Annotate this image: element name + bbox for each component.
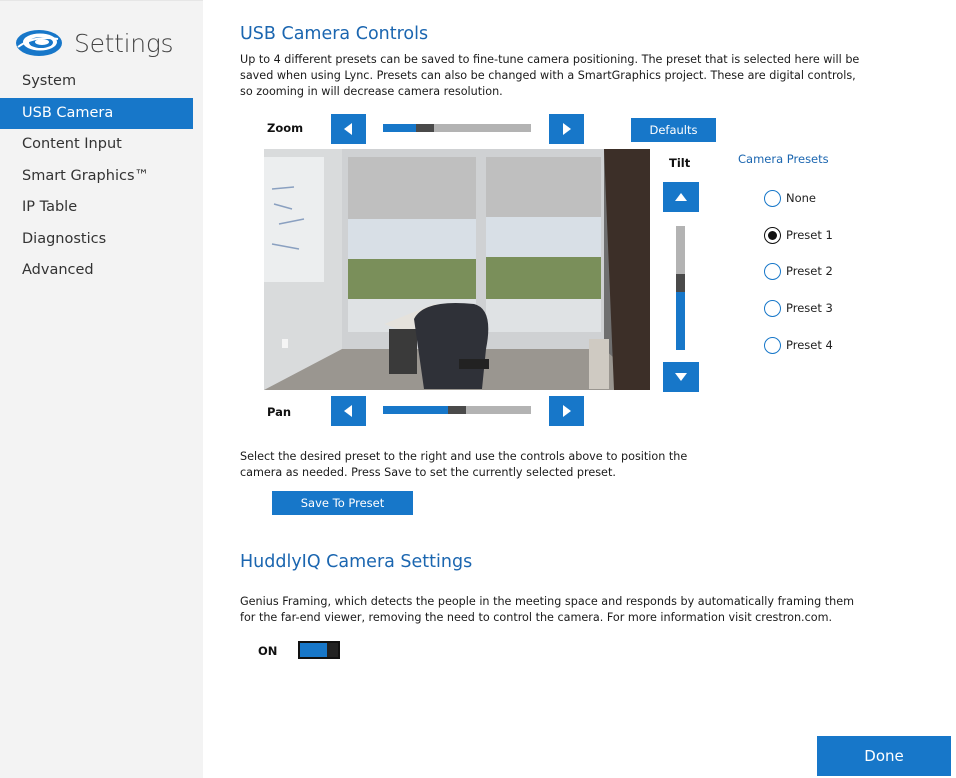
usb-camera-title: USB Camera Controls: [240, 24, 429, 44]
zoom-slider[interactable]: [383, 124, 531, 132]
camera-presets-title: Camera Presets: [738, 152, 829, 166]
tilt-slider-thumb[interactable]: [676, 274, 685, 292]
pan-label: Pan: [267, 405, 292, 419]
tilt-slider[interactable]: [676, 226, 685, 350]
preset-label: None: [786, 191, 817, 205]
arrow-left-icon: [344, 123, 352, 135]
zoom-slider-thumb[interactable]: [416, 124, 434, 132]
camera-preview: [264, 149, 650, 390]
genius-framing-toggle-label: ON: [258, 644, 278, 658]
sidebar-item-diagnostics[interactable]: Diagnostics: [0, 224, 193, 255]
tilt-down-button[interactable]: [663, 362, 699, 392]
brand: Settings: [14, 27, 174, 59]
arrow-down-icon: [675, 373, 687, 381]
preset-option[interactable]: Preset 1: [764, 226, 833, 244]
arrow-right-icon: [563, 405, 571, 417]
zoom-slider-fill: [383, 124, 416, 132]
preset-label: Preset 3: [786, 301, 833, 315]
preset-label: Preset 2: [786, 264, 833, 278]
preset-option[interactable]: Preset 3: [764, 299, 833, 317]
pan-right-button[interactable]: [549, 396, 584, 426]
toggle-knob: [327, 643, 338, 657]
radio-selected-dot: [768, 230, 777, 240]
arrow-up-icon: [675, 193, 687, 201]
swirl-logo-icon: [16, 30, 62, 56]
arrow-left-icon: [344, 405, 352, 417]
huddly-description: Genius Framing, which detects the people…: [240, 595, 854, 624]
pan-left-button[interactable]: [331, 396, 366, 426]
sidebar-item-smart-graphics[interactable]: Smart Graphics™: [0, 161, 193, 192]
pan-slider-thumb[interactable]: [448, 406, 466, 414]
sidebar-item-content-input[interactable]: Content Input: [0, 129, 193, 160]
tilt-up-button[interactable]: [663, 182, 699, 212]
done-button[interactable]: Done: [817, 736, 951, 776]
preset-option[interactable]: Preset 2: [764, 262, 833, 280]
zoom-out-button[interactable]: [331, 114, 366, 144]
preset-label: Preset 4: [786, 338, 833, 352]
preset-option[interactable]: Preset 4: [764, 336, 833, 354]
pan-slider[interactable]: [383, 406, 531, 414]
save-to-preset-button[interactable]: Save To Preset: [272, 491, 413, 515]
arrow-right-icon: [563, 123, 571, 135]
preset-radio[interactable]: [764, 189, 781, 207]
sidebar-item-usb-camera[interactable]: USB Camera: [0, 98, 193, 129]
tilt-slider-fill: [676, 292, 685, 350]
zoom-in-button[interactable]: [549, 114, 584, 144]
sidebar-item-ip-table[interactable]: IP Table: [0, 192, 193, 223]
zoom-label: Zoom: [267, 121, 304, 135]
genius-framing-toggle[interactable]: [298, 641, 340, 659]
preset-radio[interactable]: [764, 262, 781, 280]
huddly-title: HuddlyIQ Camera Settings: [240, 552, 473, 572]
usb-camera-description: Up to 4 different presets can be saved t…: [240, 53, 860, 98]
preset-radio[interactable]: [764, 336, 781, 354]
sidebar-item-system[interactable]: System: [0, 66, 193, 97]
preset-radio[interactable]: [764, 226, 781, 244]
preset-option[interactable]: None: [764, 189, 816, 207]
preset-radio[interactable]: [764, 299, 781, 317]
preset-label: Preset 1: [786, 228, 833, 242]
sidebar: Settings System USB Camera Content Input…: [0, 0, 203, 778]
tilt-label: Tilt: [669, 156, 691, 170]
pan-slider-fill: [383, 406, 448, 414]
preset-instructions: Select the desired preset to the right a…: [240, 450, 688, 479]
defaults-button[interactable]: Defaults: [631, 118, 716, 142]
camera-preview-image: [264, 149, 650, 390]
sidebar-item-advanced[interactable]: Advanced: [0, 255, 193, 286]
app-title: Settings: [74, 28, 174, 58]
